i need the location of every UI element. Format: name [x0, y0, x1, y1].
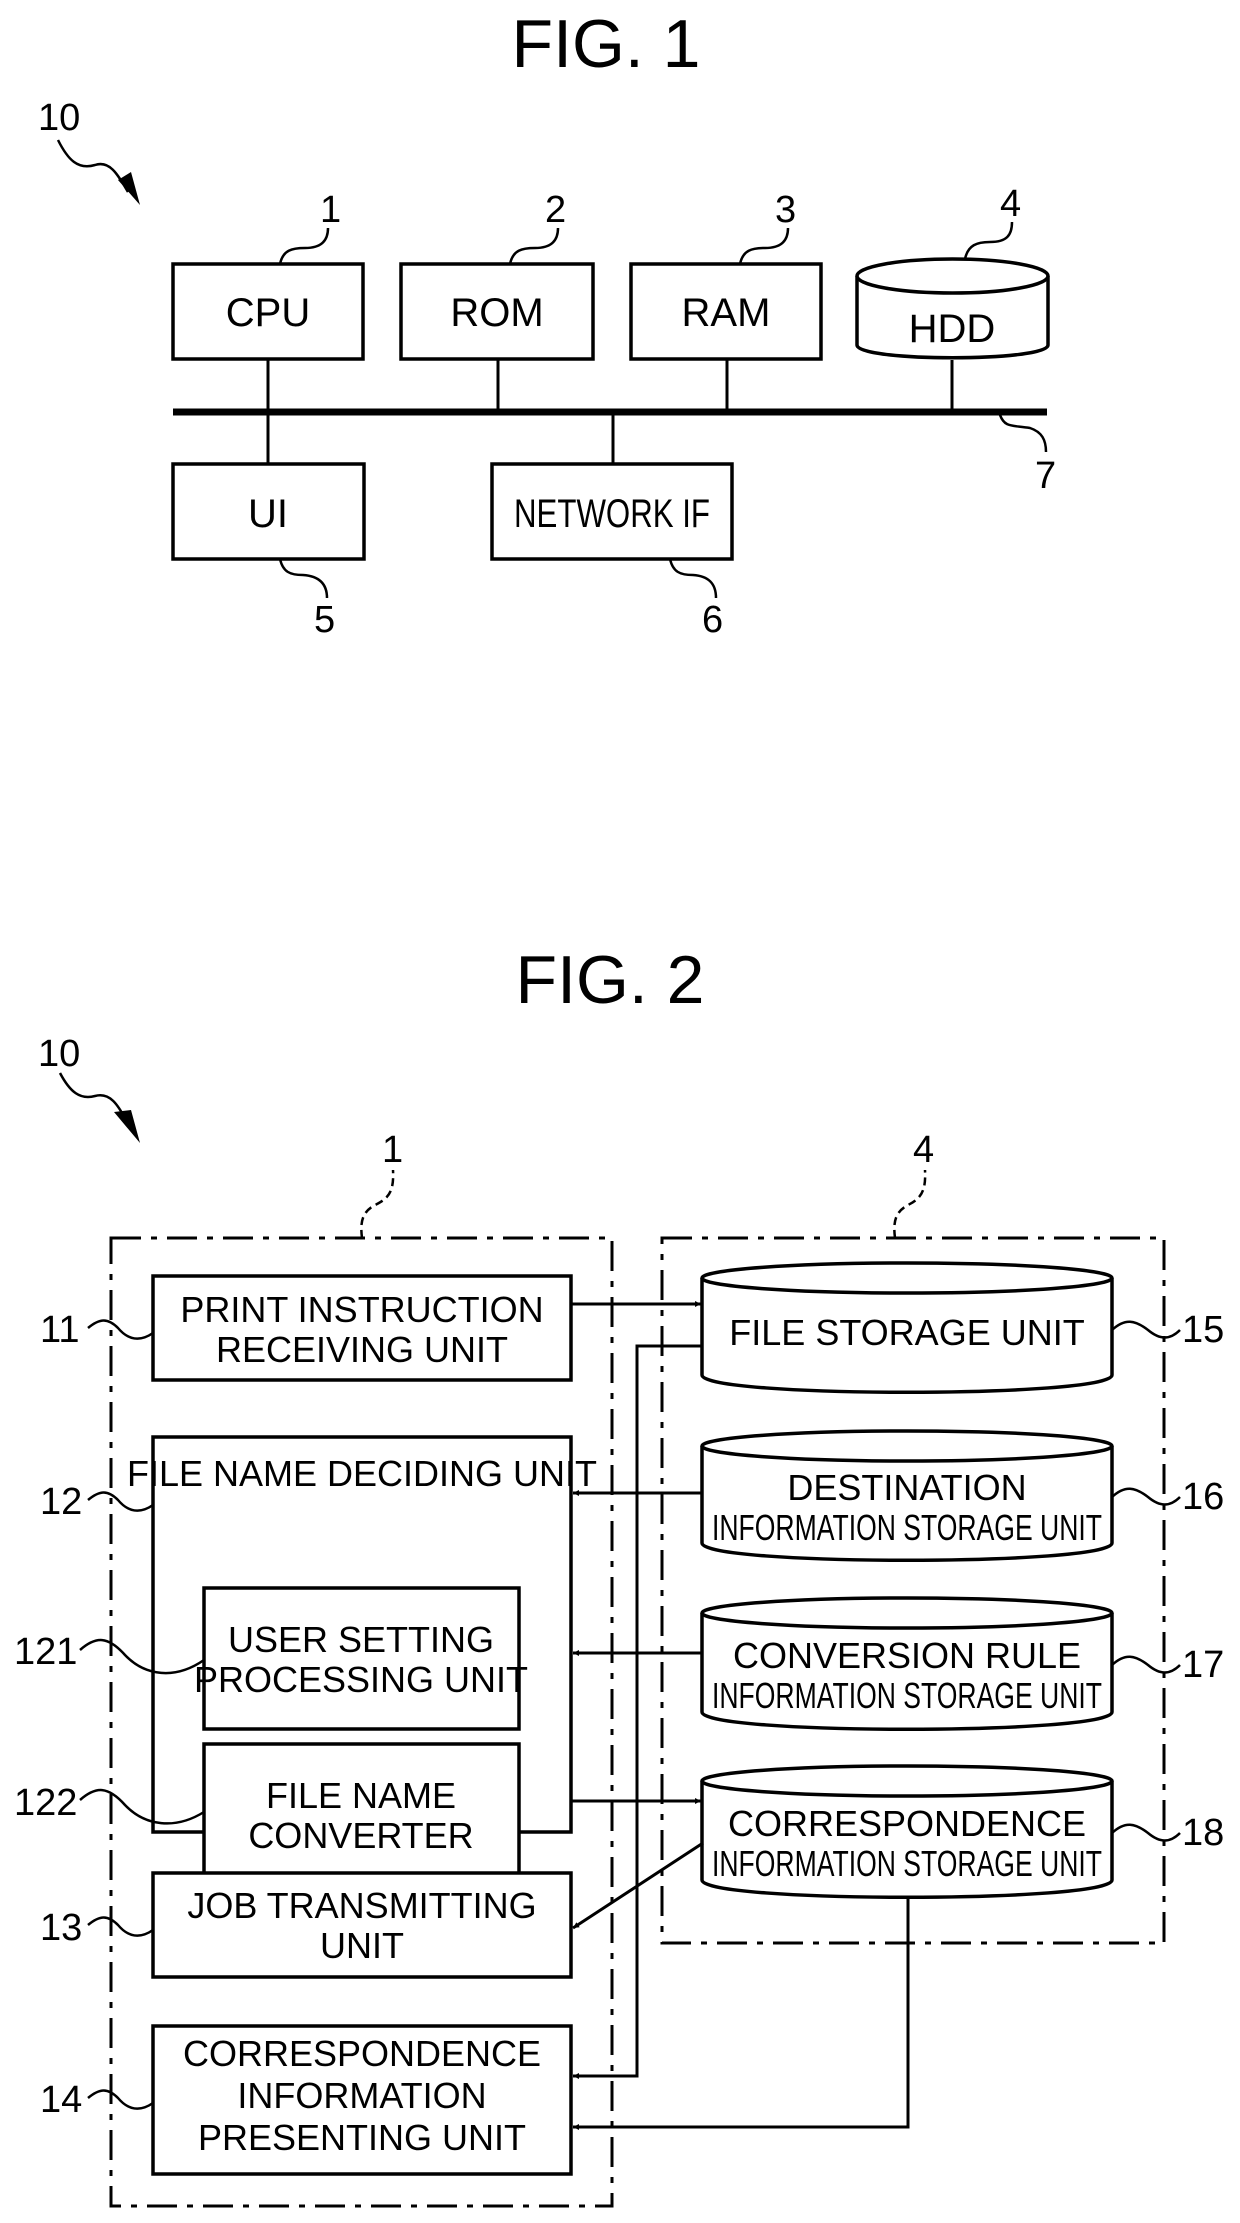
unit11-line1: PRINT INSTRUCTION — [180, 1289, 543, 1330]
storage16-line1: DESTINATION — [787, 1467, 1026, 1508]
storage17-line2: INFORMATION STORAGE UNIT — [712, 1675, 1102, 1716]
cpu-ref-leader — [278, 227, 330, 265]
hdd-group-ref-leader — [893, 1169, 927, 1239]
storage17-line1: CONVERSION RULE — [733, 1635, 1081, 1676]
network-if-ref-leader — [668, 558, 718, 599]
file-name-converter: FILE NAME CONVERTER 122 — [14, 1742, 521, 1887]
storage15-ref-leader — [1111, 1320, 1181, 1339]
fig2-title: FIG. 2 — [516, 942, 705, 1018]
rom-ref: 2 — [545, 189, 566, 231]
job-transmitting-unit: JOB TRANSMITTING UNIT 13 — [40, 1871, 573, 1979]
fig1-system-ref-leader — [56, 139, 130, 193]
ram-label: RAM — [682, 291, 771, 335]
unit14-line3: PRESENTING UNIT — [198, 2117, 526, 2158]
fig2-system-arrow-icon — [114, 1110, 140, 1143]
ui-block: UI 5 — [171, 462, 366, 641]
unit14-ref: 14 — [40, 2079, 82, 2121]
unit13-line1: JOB TRANSMITTING — [187, 1885, 536, 1926]
ui-ref: 5 — [314, 599, 335, 641]
unit12-ref: 12 — [40, 1481, 82, 1523]
fig1-bus-ref: 7 — [1035, 455, 1056, 497]
unit122-line2: CONVERTER — [248, 1815, 473, 1856]
unit11-line2: RECEIVING UNIT — [216, 1329, 508, 1370]
storage18-ref: 18 — [1182, 1812, 1224, 1854]
unit13-ref-leader — [87, 1916, 154, 1937]
unit122-line1: FILE NAME — [266, 1775, 456, 1816]
storage17-ref: 17 — [1182, 1644, 1224, 1686]
hdd-ref-leader — [963, 221, 1014, 260]
figure-1: FIG. 1 10 7 CPU 1 ROM 2 RAM 3 HDD 4 UI 5… — [38, 6, 1056, 641]
storage16-line2: INFORMATION STORAGE UNIT — [712, 1507, 1102, 1548]
unit122-ref: 122 — [14, 1782, 77, 1824]
storage16-ref-leader — [1111, 1487, 1181, 1506]
conversion-rule-information-storage-unit: CONVERSION RULE INFORMATION STORAGE UNIT… — [700, 1596, 1224, 1731]
hdd-block: HDD 4 — [855, 183, 1050, 360]
ui-ref-leader — [278, 558, 329, 599]
file-name-deciding-unit: FILE NAME DECIDING UNIT 12 USER SETTING … — [14, 1435, 597, 1887]
rom-label: ROM — [450, 291, 543, 335]
unit11-ref-leader — [87, 1319, 154, 1340]
correspondence-information-presenting-unit: CORRESPONDENCE INFORMATION PRESENTING UN… — [40, 2024, 573, 2176]
destination-information-storage-unit: DESTINATION INFORMATION STORAGE UNIT 16 — [700, 1429, 1224, 1562]
ram-ref: 3 — [775, 189, 796, 231]
ram-block: RAM 3 — [629, 189, 823, 361]
hdd-cylinder-top — [855, 257, 1050, 295]
storage15-ref: 15 — [1182, 1309, 1224, 1351]
patent-drawing: FIG. 1 10 7 CPU 1 ROM 2 RAM 3 HDD 4 UI 5… — [14, 6, 1224, 2208]
unit14-line1: CORRESPONDENCE — [183, 2033, 541, 2074]
fig1-title: FIG. 1 — [512, 6, 701, 82]
fig1-system-ref: 10 — [38, 97, 80, 139]
ram-ref-leader — [738, 227, 790, 265]
arrow-18-to-14 — [573, 1898, 910, 2130]
cpu-group-ref: 1 — [382, 1129, 403, 1171]
rom-ref-leader — [508, 227, 560, 265]
correspondence-information-storage-unit: CORRESPONDENCE INFORMATION STORAGE UNIT … — [700, 1764, 1224, 1899]
storage17-ref-leader — [1111, 1655, 1181, 1674]
unit121-line1: USER SETTING — [228, 1619, 494, 1660]
network-if-label: NETWORK IF — [514, 492, 710, 536]
cpu-group-ref-leader — [360, 1169, 395, 1239]
cpu-block: CPU 1 — [171, 189, 365, 361]
unit121-line2: PROCESSING UNIT — [194, 1659, 528, 1700]
unit121-ref: 121 — [14, 1631, 77, 1673]
ui-label: UI — [248, 492, 288, 536]
figure-2: FIG. 2 10 1 4 PRINT INSTRUCTION RECEIVIN… — [14, 942, 1224, 2208]
unit11-ref: 11 — [40, 1309, 79, 1351]
unit13-ref: 13 — [40, 1907, 82, 1949]
unit14-line2: INFORMATION — [237, 2075, 486, 2116]
network-if-block: NETWORK IF 6 — [490, 462, 734, 641]
print-instruction-receiving-unit: PRINT INSTRUCTION RECEIVING UNIT 11 — [40, 1274, 573, 1382]
unit12-label: FILE NAME DECIDING UNIT — [127, 1453, 597, 1494]
hdd-ref: 4 — [1000, 183, 1021, 225]
unit12-ref-leader — [87, 1491, 154, 1512]
file-storage-unit: FILE STORAGE UNIT 15 — [700, 1261, 1224, 1394]
user-setting-processing-unit: USER SETTING PROCESSING UNIT 121 — [14, 1586, 528, 1731]
fig1-bus-ref-leader — [998, 414, 1048, 453]
storage18-line2: INFORMATION STORAGE UNIT — [712, 1843, 1102, 1884]
hdd-group-ref: 4 — [913, 1129, 934, 1171]
storage18-line1: CORRESPONDENCE — [728, 1803, 1086, 1844]
network-if-ref: 6 — [702, 599, 723, 641]
fig2-system-ref: 10 — [38, 1033, 80, 1075]
storage16-ref: 16 — [1182, 1476, 1224, 1518]
hdd-label: HDD — [909, 307, 996, 351]
cpu-ref: 1 — [320, 189, 341, 231]
rom-block: ROM 2 — [399, 189, 595, 361]
cpu-label: CPU — [226, 291, 310, 335]
storage18-ref-leader — [1111, 1823, 1181, 1842]
unit13-line2: UNIT — [320, 1925, 404, 1966]
storage15-label: FILE STORAGE UNIT — [729, 1312, 1084, 1353]
fig1-system-arrow-icon — [118, 172, 140, 205]
unit14-ref-leader — [87, 2089, 154, 2110]
